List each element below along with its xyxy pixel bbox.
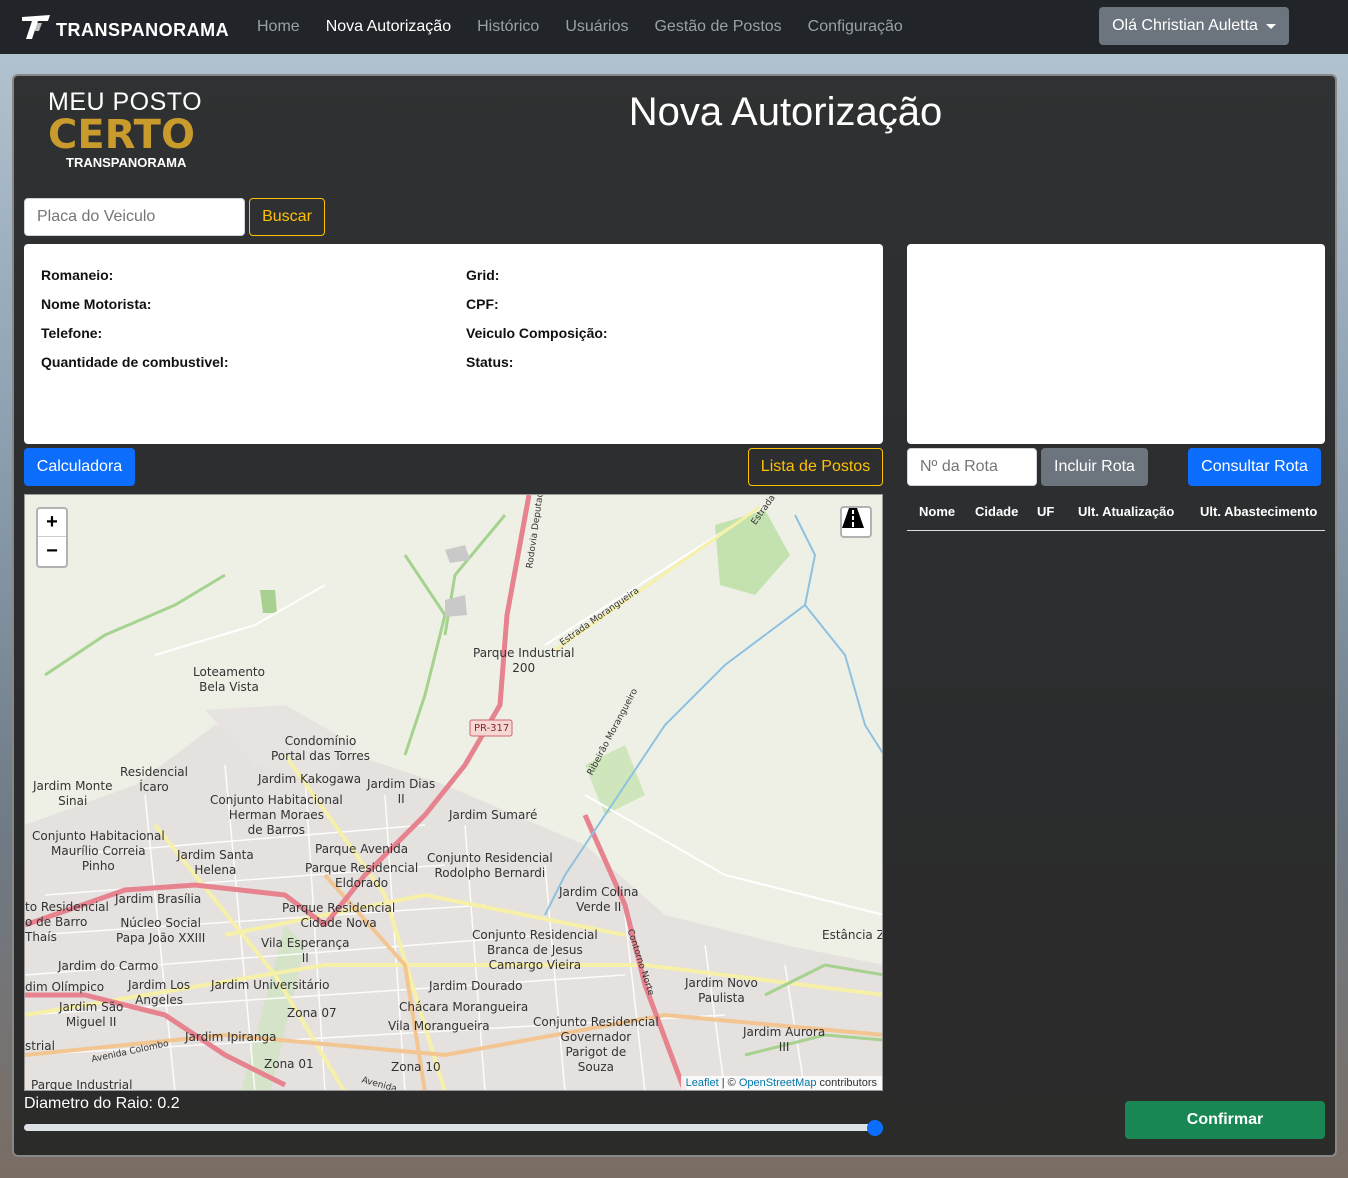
search-button[interactable]: Buscar — [249, 198, 325, 236]
map-label: Jardim Novo Paulista — [685, 976, 758, 1005]
map-label: Conjunto Habitacional Maurílio Correia Pin… — [32, 829, 165, 873]
map-label: Vila Morangueira — [388, 1019, 490, 1033]
navbar: TRANSPANORAMA Home Nova Autorização Hist… — [0, 0, 1348, 54]
col-uf: UF — [1037, 504, 1055, 519]
col-cidade: Cidade — [975, 504, 1019, 519]
plate-input[interactable] — [24, 198, 245, 236]
map-label: Jardim São Miguel II — [59, 1000, 124, 1029]
map-label: PR-317 — [474, 723, 510, 734]
attribution-suffix: contributors — [816, 1077, 877, 1089]
map-label: Jardim Colina Verde II — [559, 885, 639, 914]
calculator-button[interactable]: Calculadora — [24, 448, 135, 486]
combustivel-label: Quantidade de combustivel: — [41, 354, 229, 370]
map-label: Jardim Sumaré — [449, 808, 538, 822]
map-label: Núcleo Social Papa João XXIII — [116, 916, 206, 945]
map-label: Vila Esperança II — [261, 936, 350, 965]
map-label: dim Olímpico — [25, 980, 105, 994]
map-label: Jardim Monte Sinai — [33, 779, 113, 808]
map-label: Loteamento Bela Vista — [193, 665, 265, 694]
zoom-control: + − — [36, 507, 68, 568]
nav-links: Home Nova Autorização Histórico Usuários… — [244, 18, 916, 36]
map-attribution: Leaflet | © OpenStreetMap contributors — [680, 1076, 882, 1090]
map-label: Jardim Ipiranga — [185, 1030, 277, 1044]
map-label: strial — [25, 1039, 55, 1053]
motorista-label: Nome Motorista: — [41, 296, 152, 312]
transpanorama-logo-icon — [20, 13, 54, 41]
query-route-button[interactable]: Consultar Rota — [1188, 448, 1321, 486]
status-label: Status: — [466, 354, 514, 370]
nav-configuracao[interactable]: Configuração — [795, 18, 916, 36]
map-label: Jardim Brasília — [115, 892, 202, 906]
map-label: Jardim Dourado — [429, 979, 523, 993]
map-label: Parque Residencial Cidade Nova — [282, 901, 396, 930]
nav-historico[interactable]: Histórico — [464, 18, 552, 36]
route-number-input[interactable] — [907, 448, 1037, 486]
map-label: Estância Za — [822, 928, 882, 942]
map-label: Jardim Dias II — [367, 777, 436, 806]
map-label: Zona 10 — [391, 1060, 441, 1074]
map-label: Conjunto Residencial Branca de Jesus Camar… — [472, 928, 598, 972]
map-label: Conjunto Habitacional Herman Moraes de Bar… — [210, 793, 343, 837]
vehicle-info-card: Romaneio: Grid: Nome Motorista: CPF: Tel… — [24, 244, 883, 444]
caret-down-icon — [1265, 23, 1276, 29]
map[interactable]: + − Loteamento Bela Vista Parque Industri… — [24, 494, 883, 1091]
page-title: Nova Autorização — [628, 90, 943, 134]
add-route-button[interactable]: Incluir Rota — [1041, 448, 1148, 486]
station-list-button[interactable]: Lista de Postos — [748, 448, 883, 486]
radius-slider[interactable] — [24, 1124, 883, 1131]
map-label: Parque Industrial — [31, 1078, 133, 1091]
nav-usuarios[interactable]: Usuários — [552, 18, 641, 36]
cpf-label: CPF: — [466, 296, 499, 312]
grid-label: Grid: — [466, 267, 500, 283]
attribution-separator: | © — [718, 1077, 739, 1089]
user-menu-button[interactable]: Olá Christian Auletta — [1099, 7, 1289, 45]
radius-slider-thumb[interactable] — [867, 1120, 883, 1136]
nav-gestao-postos[interactable]: Gestão de Postos — [641, 18, 794, 36]
col-ult-atualizacao: Ult. Atualização — [1078, 504, 1175, 519]
map-label: Zona 07 — [287, 1006, 337, 1020]
brand-text: TRANSPANORAMA — [56, 19, 230, 40]
map-label: Jardim Kakogawa — [258, 772, 362, 786]
nav-nova-autorizacao[interactable]: Nova Autorização — [313, 18, 464, 36]
user-menu-label: Olá Christian Auletta — [1112, 17, 1258, 34]
route-info-card — [907, 244, 1325, 444]
map-label: Parque Residencial Eldorado — [305, 861, 419, 890]
confirm-button[interactable]: Confirmar — [1125, 1101, 1325, 1139]
map-label: Parque Industrial 200 — [473, 646, 575, 675]
map-label: Condomínio Portal das Torres — [271, 734, 370, 763]
map-label: Jardim do Carmo — [58, 959, 159, 973]
map-label: Jardim Los Angeles — [128, 978, 191, 1007]
map-label: Zona 01 — [264, 1057, 314, 1071]
road-icon[interactable] — [840, 506, 872, 538]
osm-link[interactable]: OpenStreetMap — [739, 1077, 817, 1089]
veiculo-label: Veiculo Composição: — [466, 325, 608, 341]
zoom-in-button[interactable]: + — [38, 509, 66, 537]
zoom-out-button[interactable]: − — [38, 537, 66, 565]
stations-table-header: Nome Cidade UF Ult. Atualização Ult. Aba… — [907, 504, 1325, 531]
radius-label: Diametro do Raio: 0.2 — [24, 1095, 180, 1112]
map-label: Parque Avenida — [315, 842, 409, 856]
col-nome: Nome — [919, 504, 956, 519]
map-label: Jardim Santa Helena — [177, 848, 254, 877]
map-label: Conjunto Residencial Rodolpho Bernardi — [427, 851, 553, 880]
map-label: to Residencial o de Barro Thaís — [25, 900, 109, 944]
nav-home[interactable]: Home — [244, 18, 313, 36]
map-label: Jardim Universitário — [211, 978, 330, 992]
telefone-label: Telefone: — [41, 325, 103, 341]
leaflet-link[interactable]: Leaflet — [686, 1077, 719, 1089]
romaneio-label: Romaneio: — [41, 267, 114, 283]
map-label: Chácara Morangueira — [399, 1000, 529, 1014]
col-ult-abastecimento: Ult. Abastecimento — [1200, 504, 1318, 519]
brand[interactable]: TRANSPANORAMA — [20, 13, 230, 41]
map-label: Jardim Aurora III — [743, 1025, 826, 1054]
map-label: Conjunto Residencial Governador Parigot de… — [533, 1015, 659, 1074]
main-panel: MEU POSTO CERTO TRANSPANORAMA Nova Autor… — [12, 74, 1337, 1157]
map-label: Residencial Ícaro — [120, 765, 188, 794]
